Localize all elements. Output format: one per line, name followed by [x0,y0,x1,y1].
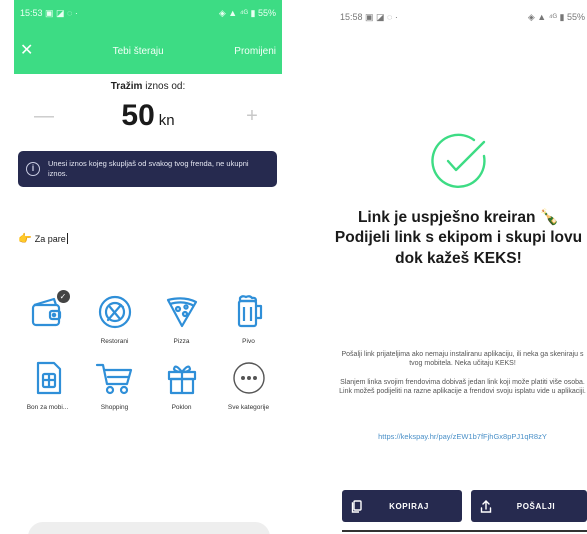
send-button[interactable]: POŠALJI [471,490,587,522]
send-button-label: POŠALJI [516,501,556,511]
info-banner: i Unesi iznos kojeg skupljaš od svakog t… [18,151,277,187]
copy-icon [342,499,372,513]
amount-currency: kn [158,112,175,129]
info-icon: i [26,162,40,176]
category-shopping[interactable]: Shopping [81,356,148,414]
amount-stepper: — 50 kn + [14,96,282,136]
status-time: 15:58 ▣ ◪ ◌ · [340,12,398,22]
more-icon [232,362,265,394]
amount-value[interactable]: 50 kn [121,99,174,133]
category-label: Pivo [242,338,255,345]
pointing-hand-icon: 👉 [18,233,32,245]
page-title: Tebi šteraju [112,45,164,57]
category-all[interactable]: Sve kategorije [215,356,282,414]
copy-button-label: KOPIRAJ [389,501,429,511]
close-icon[interactable]: ✕ [20,43,42,59]
link-created-screen: 15:58 ▣ ◪ ◌ · ◈ ▲ ⁴ᴳ ▮ 55% Link je uspje… [330,0,587,534]
amount-number: 50 [121,99,155,132]
restaurant-icon [98,295,131,329]
category-mobile-voucher[interactable]: Bon za mobi... [14,356,81,414]
decrease-button[interactable]: — [32,105,56,128]
app-bar: ✕ Tebi šteraju Promijeni [20,40,276,62]
amount-label-bold: Tražim [110,81,143,92]
description-primary: Pošalji link prijateljima ako nemaju ins… [341,351,584,368]
status-indicators: ◈ ▲ ⁴ᴳ ▮ 55% [218,8,276,18]
category-gift[interactable]: Poklon [148,356,215,414]
headline-line-2: Podijeli link s ekipom i skupi lovu [334,229,583,247]
category-label: Poklon [171,404,192,411]
headline-line-1: Link je uspješno kreiran 🍾 [357,209,560,226]
category-label: Restorani [100,338,129,345]
purpose-input[interactable]: 👉 Za pare [18,232,68,245]
screenshot-stage: 15:53 ▣ ◪ ◌ · ◈ ▲ ⁴ᴳ ▮ 55% ✕ Tebi šteraj… [0,0,587,534]
status-bar: 15:58 ▣ ◪ ◌ · ◈ ▲ ⁴ᴳ ▮ 55% [340,12,585,26]
category-pizza[interactable]: Pizza [148,290,215,348]
success-headline: Link je uspješno kreiran 🍾 Podijeli link… [330,208,587,269]
divider [342,530,587,532]
share-icon [471,499,501,513]
pizza-icon [166,297,197,328]
selected-check-icon: ✓ [56,290,70,303]
description-secondary: Slanjem linka svojim frendovima dobivaš … [339,379,586,396]
app-header: 15:53 ▣ ◪ ◌ · ◈ ▲ ⁴ᴳ ▮ 55% ✕ Tebi šteraj… [14,0,282,74]
purpose-text: Za pare [34,233,66,244]
beer-icon [237,295,262,328]
gift-icon [167,365,196,395]
success-check-icon [428,130,490,197]
category-label: Pizza [173,338,190,345]
category-grid: ✓ Restorani Pizza Pivo Bon za mobi... Sh… [14,290,282,414]
category-beer[interactable]: Pivo [215,290,282,348]
change-button[interactable]: Promijeni [234,46,276,57]
category-wallet[interactable]: ✓ [14,290,81,348]
status-indicators: ◈ ▲ ⁴ᴳ ▮ 55% [527,12,585,22]
increase-button[interactable]: + [240,105,264,128]
info-text: Unesi iznos kojeg skupljaš od svakog tvo… [48,159,249,178]
category-restaurants[interactable]: Restorani [81,290,148,348]
amount-label-rest: iznos od: [145,81,186,92]
category-label: Shopping [100,404,129,411]
status-time: 15:53 ▣ ◪ ◌ · [20,8,78,18]
text-cursor [66,233,68,244]
continue-button[interactable] [28,522,270,534]
request-screen: 15:53 ▣ ◪ ◌ · ◈ ▲ ⁴ᴳ ▮ 55% ✕ Tebi šteraj… [0,0,282,534]
amount-label: Tražim iznos od: [14,81,282,92]
sim-card-icon [36,361,61,395]
headline-line-3: dok kažeš KEKS! [395,249,522,267]
category-label: Sve kategorije [227,404,270,411]
status-bar: 15:53 ▣ ◪ ◌ · ◈ ▲ ⁴ᴳ ▮ 55% [20,8,276,22]
category-label: Bon za mobi... [26,404,69,411]
shopping-cart-icon [95,363,132,395]
payment-link[interactable]: https://kekspay.hr/pay/zEW1b7fFjhGx8pPJ1… [338,432,587,442]
copy-button[interactable]: KOPIRAJ [342,490,462,522]
